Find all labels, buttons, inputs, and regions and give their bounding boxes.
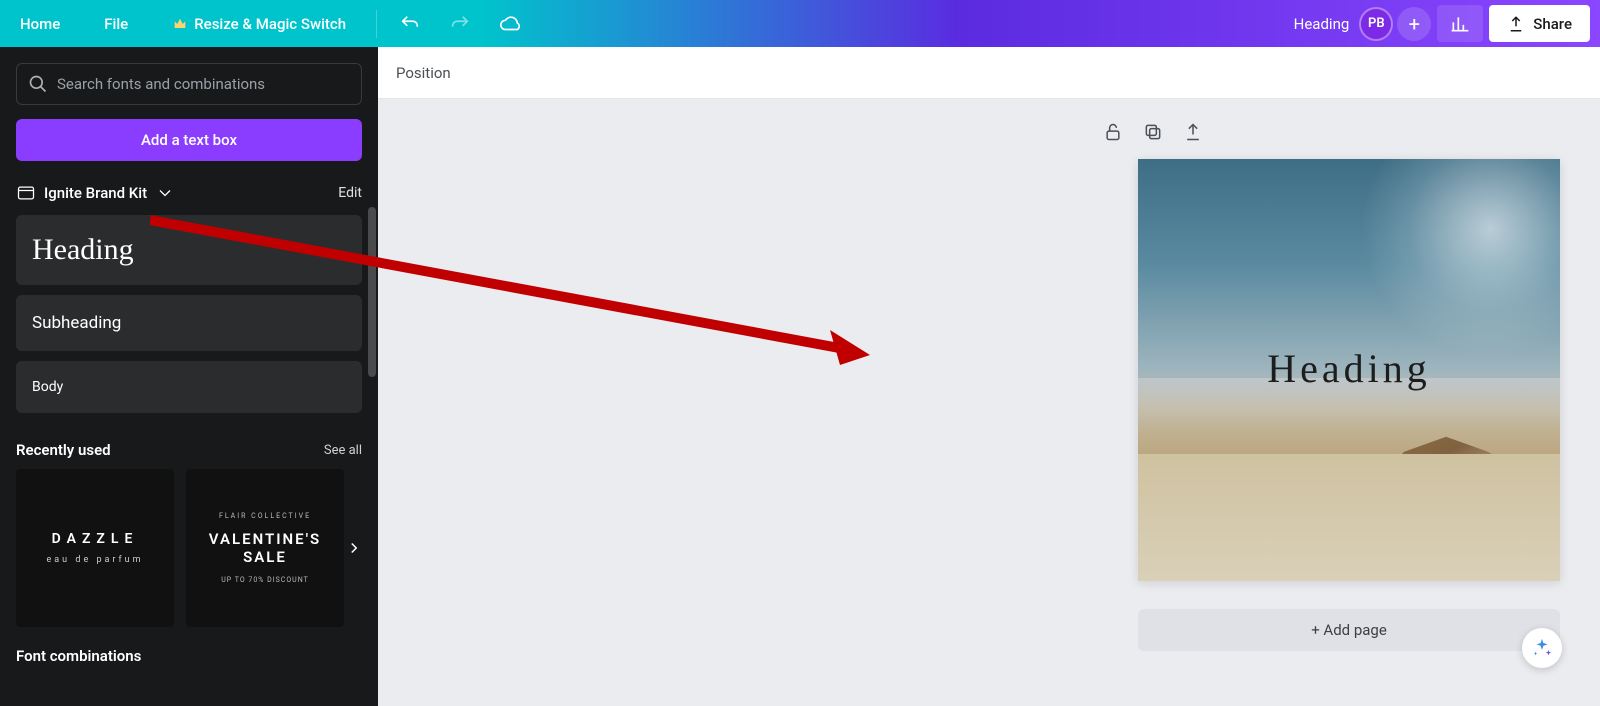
undo-button[interactable] <box>387 0 433 47</box>
redo-button[interactable] <box>437 0 483 47</box>
body-style-card[interactable]: Body <box>16 361 362 413</box>
canvas-workspace[interactable]: + Heading + Add page <box>378 99 1600 706</box>
font-combo-thumb-valentines[interactable]: FLAIR COLLECTIVE VALENTINE'SSALE UP TO 7… <box>186 469 344 627</box>
share-button[interactable]: Share <box>1489 5 1590 42</box>
font-combinations-title: Font combinations <box>16 647 362 665</box>
position-button[interactable]: Position <box>396 64 451 82</box>
context-toolbar: Position <box>378 47 1600 99</box>
side-panel-scrollbar[interactable] <box>368 207 376 377</box>
brand-kit-label: Ignite Brand Kit <box>44 184 147 202</box>
home-button[interactable]: Home <box>0 0 80 47</box>
crown-icon <box>172 16 188 32</box>
user-avatar[interactable]: PB <box>1359 7 1393 41</box>
cloud-sync-icon[interactable] <box>487 0 533 47</box>
foreground-terrain <box>1138 454 1560 581</box>
brand-kit-edit-link[interactable]: Edit <box>338 185 362 201</box>
export-page-button[interactable] <box>1182 121 1204 143</box>
upload-icon <box>1507 15 1525 33</box>
recently-used-title: Recently used <box>16 441 111 459</box>
canvas-heading-text[interactable]: Heading <box>1138 345 1560 392</box>
recently-used-see-all[interactable]: See all <box>324 443 362 458</box>
brandkit-icon <box>16 183 36 203</box>
resize-magic-switch-button[interactable]: Resize & Magic Switch <box>152 0 366 47</box>
add-collaborator-button[interactable]: + <box>1397 7 1431 41</box>
add-page-button[interactable]: + Add page <box>1138 609 1560 651</box>
thumb-posttitle: UP TO 70% DISCOUNT <box>221 576 309 584</box>
add-text-box-button[interactable]: Add a text box <box>16 119 362 161</box>
thumb-line2: SALE <box>243 548 287 566</box>
thumb-title: DAZZLE <box>52 531 139 547</box>
thumb-pretitle: FLAIR COLLECTIVE <box>219 512 311 520</box>
share-label: Share <box>1533 15 1572 33</box>
thumb-subtitle: eau de parfum <box>47 555 144 565</box>
search-icon <box>28 74 48 94</box>
search-fonts-input[interactable] <box>16 63 362 105</box>
resize-label: Resize & Magic Switch <box>194 15 346 33</box>
thumbs-next-button[interactable] <box>340 534 368 562</box>
subheading-style-label: Subheading <box>32 313 346 333</box>
subheading-style-card[interactable]: Subheading <box>16 295 362 351</box>
heading-style-label: Heading <box>32 233 346 267</box>
body-style-label: Body <box>32 379 346 395</box>
design-title-input[interactable] <box>1215 9 1355 39</box>
font-combo-thumb-dazzle[interactable]: DAZZLE eau de parfum <box>16 469 174 627</box>
divider <box>376 10 377 38</box>
magic-assistant-button[interactable] <box>1522 628 1562 668</box>
duplicate-page-button[interactable] <box>1142 121 1164 143</box>
brand-kit-dropdown[interactable]: Ignite Brand Kit <box>16 183 175 203</box>
chevron-right-icon <box>345 539 363 557</box>
thumb-line1: VALENTINE'S <box>209 530 321 548</box>
chevron-down-icon <box>155 183 175 203</box>
lock-page-button[interactable] <box>1102 121 1124 143</box>
design-page-1[interactable]: Heading <box>1138 159 1560 581</box>
file-menu-button[interactable]: File <box>84 0 148 47</box>
sparkle-icon <box>1531 637 1553 659</box>
top-menu-bar: Home File Resize & Magic Switch PB + Sha… <box>0 0 1600 47</box>
text-side-panel: Add a text box Ignite Brand Kit Edit Hea… <box>0 47 378 706</box>
heading-style-card[interactable]: Heading <box>16 215 362 285</box>
analytics-button[interactable] <box>1437 5 1483 42</box>
